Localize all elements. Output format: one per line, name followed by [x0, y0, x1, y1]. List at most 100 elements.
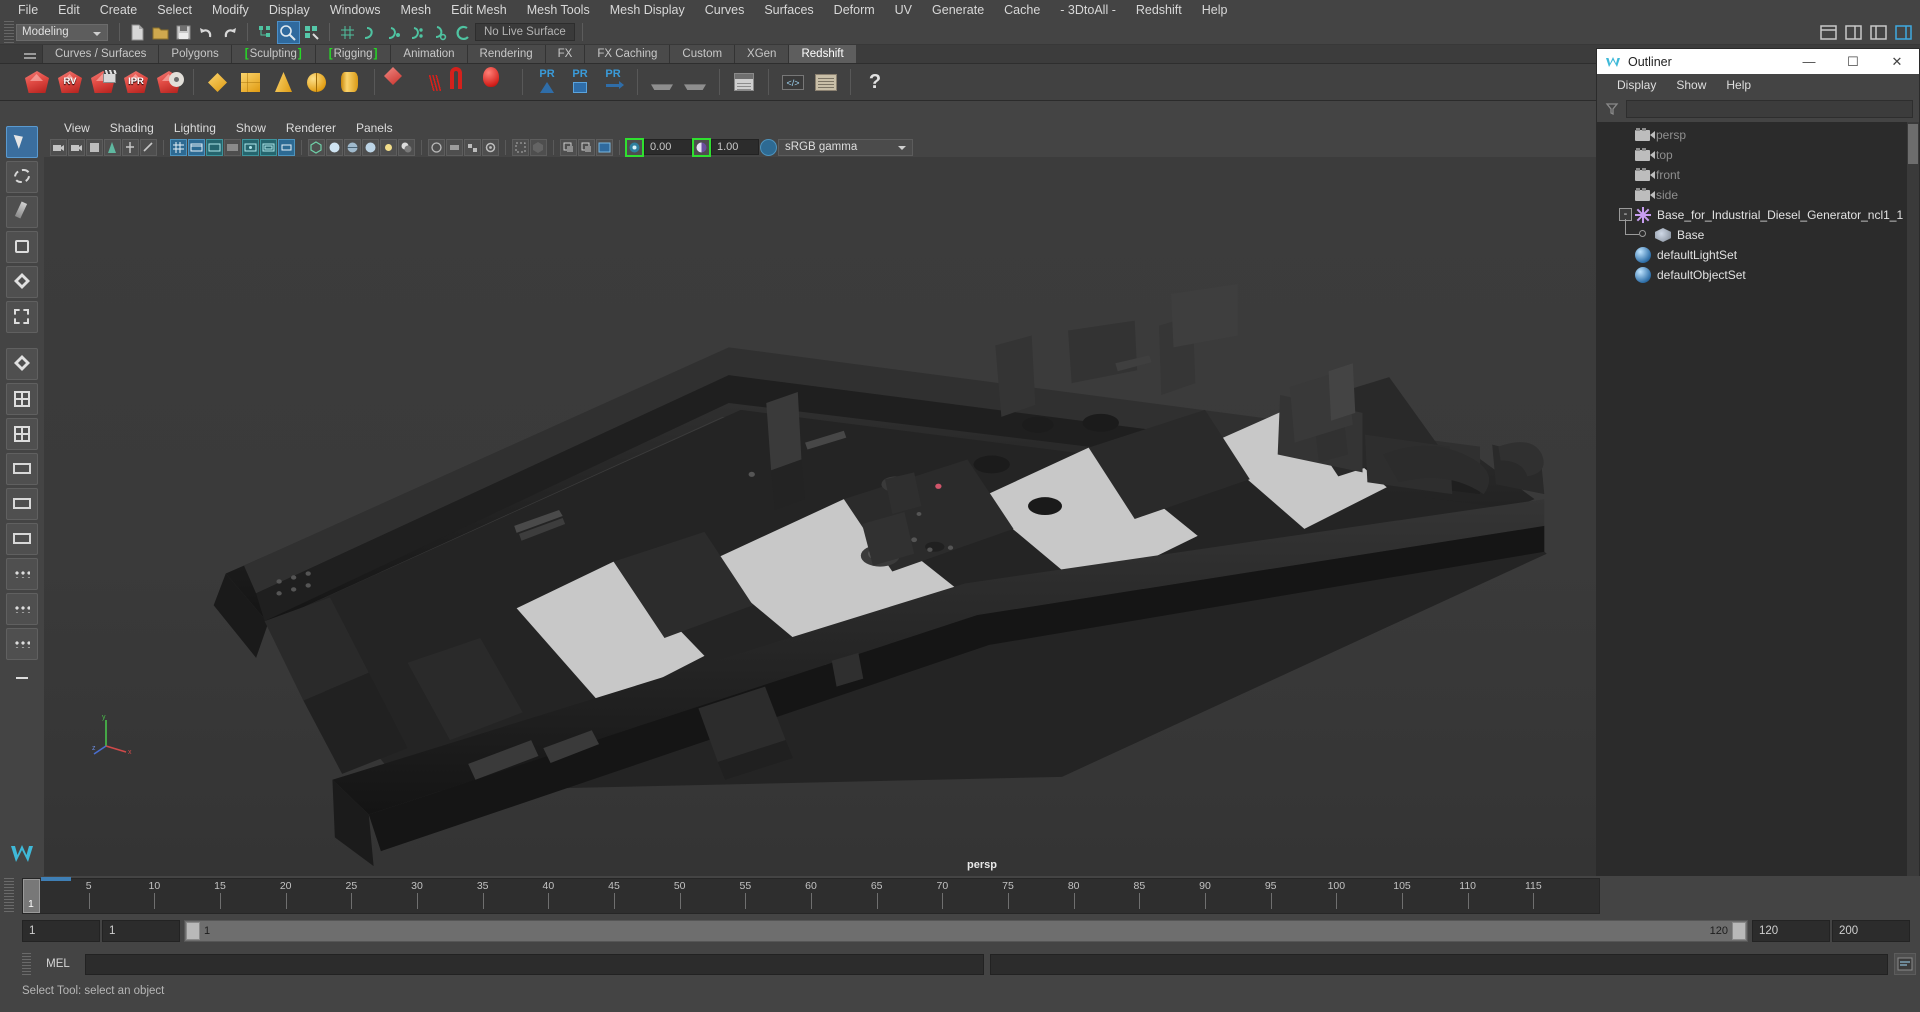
outliner-item-persp[interactable]: persp	[1597, 125, 1919, 145]
animation-end-field[interactable]: 200	[1832, 920, 1910, 942]
rotate-tool[interactable]	[6, 266, 38, 298]
menu-edit[interactable]: Edit	[48, 0, 90, 20]
range-left-handle[interactable]	[186, 922, 200, 940]
resolution-gate-icon[interactable]	[206, 138, 223, 156]
boat-mesh-icon[interactable]	[647, 67, 677, 97]
menu-create[interactable]: Create	[90, 0, 148, 20]
menu-cache[interactable]: Cache	[994, 0, 1050, 20]
snap-to-point-icon[interactable]	[383, 22, 404, 43]
select-by-hierarchy-icon[interactable]	[255, 22, 276, 43]
shelf-tab-rendering[interactable]: Rendering	[466, 45, 545, 63]
redshift-render-icon[interactable]	[22, 67, 52, 97]
shadows-icon[interactable]	[398, 138, 415, 156]
scrollbar-thumb[interactable]	[1908, 124, 1918, 164]
live-surface-field[interactable]: No Live Surface	[475, 23, 575, 41]
gate-mask-icon[interactable]	[224, 138, 241, 156]
menu-help[interactable]: Help	[1192, 0, 1238, 20]
outliner-item-side[interactable]: side	[1597, 185, 1919, 205]
playback-end-field[interactable]: 120	[1752, 920, 1830, 942]
outliner-item-default-light-set[interactable]: defaultLightSet	[1597, 245, 1919, 265]
hypergraph-persp-layout[interactable]	[6, 593, 38, 625]
pr-arrow-icon[interactable]: PR	[598, 67, 628, 97]
persp-graph-layout[interactable]	[6, 628, 38, 660]
viewport-menu-panels[interactable]: Panels	[346, 121, 403, 135]
viewport-menu-lighting[interactable]: Lighting	[164, 121, 226, 135]
gamma-icon[interactable]	[692, 137, 711, 157]
menu-mesh-tools[interactable]: Mesh Tools	[517, 0, 600, 20]
rs-material-icon[interactable]	[203, 67, 233, 97]
menu-select[interactable]: Select	[147, 0, 202, 20]
shaded-wireframe-icon[interactable]	[344, 138, 361, 156]
viewport-menu-show[interactable]: Show	[226, 121, 276, 135]
outliner-item-default-object-set[interactable]: defaultObjectSet	[1597, 265, 1919, 285]
two-pane-stacked-layout[interactable]	[6, 523, 38, 555]
menu-curves[interactable]: Curves	[695, 0, 755, 20]
outliner-filter-icon[interactable]	[1603, 100, 1621, 118]
shelf-tab-xgen[interactable]: XGen	[734, 45, 789, 63]
outliner-persp-layout[interactable]	[6, 558, 38, 590]
rs-hair-icon[interactable]	[417, 67, 447, 97]
move-tool[interactable]	[6, 231, 38, 263]
rs-volume-icon[interactable]	[450, 67, 480, 97]
menu-3dtoall[interactable]: - 3DtoAll -	[1050, 0, 1126, 20]
grid-toggle-icon[interactable]	[170, 138, 187, 156]
menu-file[interactable]: File	[8, 0, 48, 20]
shelf-tab-rigging[interactable]: [Rigging]	[314, 45, 391, 63]
shelf-tab-fx[interactable]: FX	[544, 45, 585, 63]
tool-settings-icon[interactable]	[1868, 22, 1889, 43]
field-chart-icon[interactable]	[242, 138, 259, 156]
exposure-icon[interactable]	[625, 137, 644, 157]
shelf-tab-custom[interactable]: Custom	[669, 45, 735, 63]
outliner-menu-display[interactable]: Display	[1607, 78, 1666, 92]
shelf-tab-redshift[interactable]: Redshift	[788, 45, 856, 63]
xray-icon[interactable]	[530, 138, 547, 156]
command-result-field[interactable]	[989, 953, 1888, 975]
range-right-handle[interactable]	[1732, 922, 1746, 940]
scale-tool[interactable]	[6, 301, 38, 333]
menu-redshift[interactable]: Redshift	[1126, 0, 1192, 20]
paint-select-tool[interactable]	[6, 196, 38, 228]
lasso-select-tool[interactable]	[6, 161, 38, 193]
gamma-value[interactable]: 1.00	[711, 139, 759, 155]
rs-dome-light-icon[interactable]	[302, 67, 332, 97]
viewport-menu-view[interactable]: View	[54, 121, 100, 135]
outliner-item-top[interactable]: top	[1597, 145, 1919, 165]
attribute-editor-icon[interactable]	[1843, 22, 1864, 43]
outliner-item-front[interactable]: front	[1597, 165, 1919, 185]
menu-set-selector[interactable]: Modeling	[16, 23, 108, 41]
minimize-button[interactable]: —	[1787, 49, 1831, 74]
script-editor-button[interactable]	[1894, 953, 1916, 975]
menu-mesh[interactable]: Mesh	[391, 0, 442, 20]
render-log-icon[interactable]	[811, 67, 841, 97]
time-slider-drag-handle[interactable]	[4, 878, 14, 914]
show-hide-editor-icon[interactable]	[1818, 22, 1839, 43]
command-input[interactable]	[85, 953, 984, 975]
outliner-search-input[interactable]	[1626, 100, 1913, 118]
outliner-item-base-for-industrial-diesel-generator[interactable]: - Base_for_Industrial_Diesel_Generator_n…	[1597, 205, 1919, 225]
select-by-object-icon[interactable]	[277, 20, 300, 44]
camera-attributes-icon[interactable]	[86, 138, 103, 156]
viewport-menu-shading[interactable]: Shading	[100, 121, 164, 135]
menu-mesh-display[interactable]: Mesh Display	[600, 0, 695, 20]
lock-camera-icon[interactable]	[68, 138, 85, 156]
exposure-value[interactable]: 0.00	[644, 139, 692, 155]
menu-surfaces[interactable]: Surfaces	[754, 0, 823, 20]
range-current-field[interactable]: 1	[102, 920, 180, 942]
hardware-texturing-icon[interactable]	[362, 138, 379, 156]
motion-blur-icon[interactable]	[446, 138, 463, 156]
snap-to-projected-center-icon[interactable]	[406, 22, 427, 43]
outliner-menu-show[interactable]: Show	[1666, 78, 1716, 92]
redo-icon[interactable]	[219, 22, 240, 43]
save-scene-icon[interactable]	[173, 22, 194, 43]
time-slider[interactable]: 1 5 10 15 20 25 30 35 40 45 50 55 60 65 70 75 80 85 90 95 1…	[22, 877, 1600, 914]
redshift-rv-icon[interactable]: RV	[55, 67, 85, 97]
menu-windows[interactable]: Windows	[320, 0, 391, 20]
pr-point-cloud-icon[interactable]: PR	[532, 67, 562, 97]
snap-grid-tool[interactable]	[6, 383, 38, 415]
single-perspective-layout[interactable]	[6, 453, 38, 485]
rs-incandescent-icon[interactable]	[269, 67, 299, 97]
two-pane-side-layout[interactable]	[6, 488, 38, 520]
screen-space-ao-icon[interactable]	[428, 138, 445, 156]
safe-action-icon[interactable]	[260, 138, 277, 156]
menu-display[interactable]: Display	[259, 0, 320, 20]
